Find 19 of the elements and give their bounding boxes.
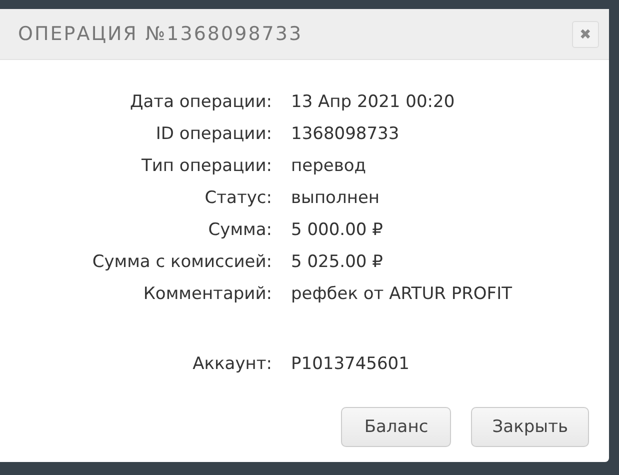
dialog-button[interactable]: Закрыть	[471, 407, 589, 447]
dialog-title: ОПЕРАЦИЯ №1368098733	[18, 23, 303, 45]
field-value: 5 025.00 ₽	[291, 252, 383, 272]
field-label: Сумма:	[207, 220, 273, 240]
field-value: выполнен	[291, 188, 380, 208]
field-label: Статус:	[204, 188, 273, 208]
field-value: рефбек от ARTUR PROFIT	[291, 284, 512, 304]
field-value: перевод	[291, 156, 366, 176]
field-value: 1368098733	[291, 124, 400, 144]
field-label: Сумма с комиссией:	[91, 252, 273, 272]
dialog-button[interactable]: Баланс	[341, 407, 452, 447]
field-label: Аккаунт:	[192, 354, 273, 374]
field-value: 5 000.00 ₽	[291, 220, 383, 240]
field-label: ID операции:	[154, 124, 273, 144]
field-value: 13 Апр 2021 00:20	[291, 92, 455, 112]
field-label: Комментарий:	[142, 284, 273, 304]
field-value: P1013745601	[291, 354, 410, 374]
field-label: Тип операции:	[140, 156, 273, 176]
field-label: Дата операции:	[128, 92, 273, 112]
